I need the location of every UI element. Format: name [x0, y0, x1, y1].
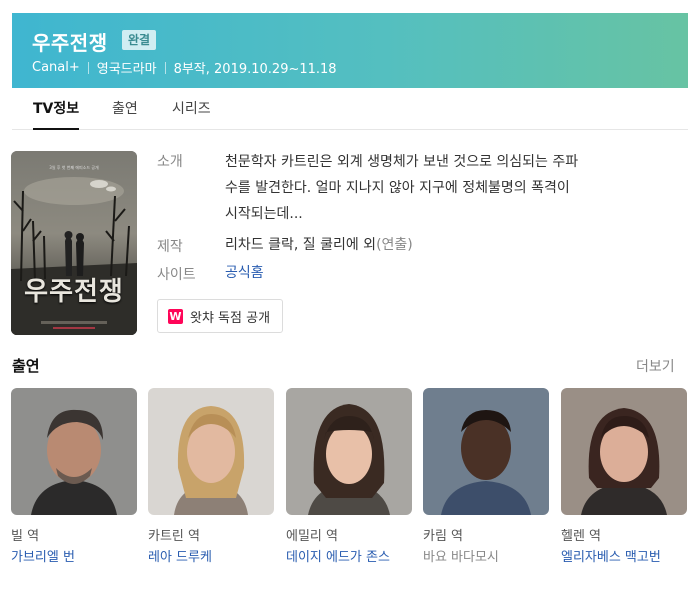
- cast-photo[interactable]: [11, 388, 137, 515]
- tab-series[interactable]: 시리즈: [172, 88, 211, 130]
- tab-bar: TV정보 출연 시리즈: [12, 88, 688, 130]
- synopsis-line: 천문학자 카트린은 외계 생명체가 보낸 것으로 의심되는 주파: [225, 154, 579, 170]
- cast-card: 카트린 역 레아 드루케: [148, 388, 274, 567]
- poster-title: 우주전쟁: [24, 277, 124, 307]
- portrait-image: [286, 388, 412, 515]
- production-role: (연출): [376, 237, 413, 253]
- title-header: 우주전쟁 완결 Canal+ 영국드라마 8부작, 2019.10.29~11.…: [12, 13, 688, 88]
- cast-actor-link[interactable]: 가브리엘 번: [11, 549, 137, 567]
- poster-tagline: 3일 후 첫 번째 에피소드 공개: [49, 165, 99, 170]
- synopsis-line: 수를 발견한다. 얼마 지나지 않아 지구에 정체불명의 폭격이: [225, 180, 570, 196]
- cast-role: 카트린 역: [148, 529, 200, 544]
- official-site-link[interactable]: 공식홈: [225, 265, 264, 281]
- cast-photo[interactable]: [423, 388, 549, 515]
- tab-cast[interactable]: 출연: [112, 88, 138, 130]
- cast-actor-link[interactable]: 데이지 에드가 존스: [286, 549, 412, 567]
- cast-photo[interactable]: [561, 388, 687, 515]
- cast-actor-link[interactable]: 레아 드루케: [148, 549, 274, 567]
- meta-divider: [164, 61, 166, 74]
- cast-photo[interactable]: [286, 388, 412, 515]
- portrait-image: [423, 388, 549, 515]
- production-names: 리차드 클락, 질 쿨리에 외: [225, 237, 377, 253]
- more-link[interactable]: 더보기: [636, 356, 675, 376]
- site-label: 사이트: [157, 267, 196, 283]
- portrait-image: [148, 388, 274, 515]
- poster-image[interactable]: 3일 후 첫 번째 에피소드 공개 우주전쟁: [11, 151, 137, 335]
- meta-genre: 영국드라마: [96, 62, 157, 77]
- synopsis-text: 천문학자 카트린은 외계 생명체가 보낸 것으로 의심되는 주파 수를 발견한다…: [225, 149, 675, 227]
- meta-divider: [87, 61, 89, 74]
- portrait-image: [11, 388, 137, 515]
- cast-role: 카림 역: [423, 529, 464, 544]
- watcha-exclusive-button[interactable]: W 왓챠 독점 공개: [157, 299, 284, 333]
- cast-photo[interactable]: [148, 388, 274, 515]
- portrait-image: [561, 388, 687, 515]
- cast-card: 빌 역 가브리엘 번: [11, 388, 137, 567]
- status-badge: 완결: [122, 30, 157, 50]
- cast-section-title: 출연: [12, 357, 40, 375]
- meta-episodes: 8부작, 2019.10.29~11.18: [173, 62, 337, 77]
- cast-actor-name: 바요 바다모시: [423, 550, 499, 565]
- production-label: 제작: [157, 239, 183, 255]
- site-value: 공식홈: [225, 264, 675, 282]
- cast-card: 카림 역 바요 바다모시: [423, 388, 549, 567]
- cast-role: 빌 역: [11, 529, 40, 544]
- cast-role: 에밀리 역: [286, 529, 338, 544]
- cast-card: 에밀리 역 데이지 에드가 존스: [286, 388, 412, 567]
- synopsis-label: 소개: [157, 154, 183, 170]
- synopsis-line: 시작되는데...: [225, 206, 303, 222]
- watcha-logo-icon: W: [168, 308, 183, 324]
- tab-tv-info[interactable]: TV정보: [33, 88, 80, 130]
- cast-actor-link[interactable]: 엘리자베스 맥고번: [561, 549, 687, 567]
- production-value: 리차드 클락, 질 쿨리에 외(연출): [225, 236, 675, 254]
- meta-channel: Canal+: [32, 60, 80, 75]
- cast-card: 헬렌 역 엘리자베스 맥고번: [561, 388, 687, 567]
- page-title: 우주전쟁: [32, 31, 108, 55]
- watcha-label: 왓챠 독점 공개: [190, 310, 271, 326]
- meta-line: Canal+ 영국드라마 8부작, 2019.10.29~11.18: [32, 58, 337, 77]
- cast-role: 헬렌 역: [561, 529, 602, 544]
